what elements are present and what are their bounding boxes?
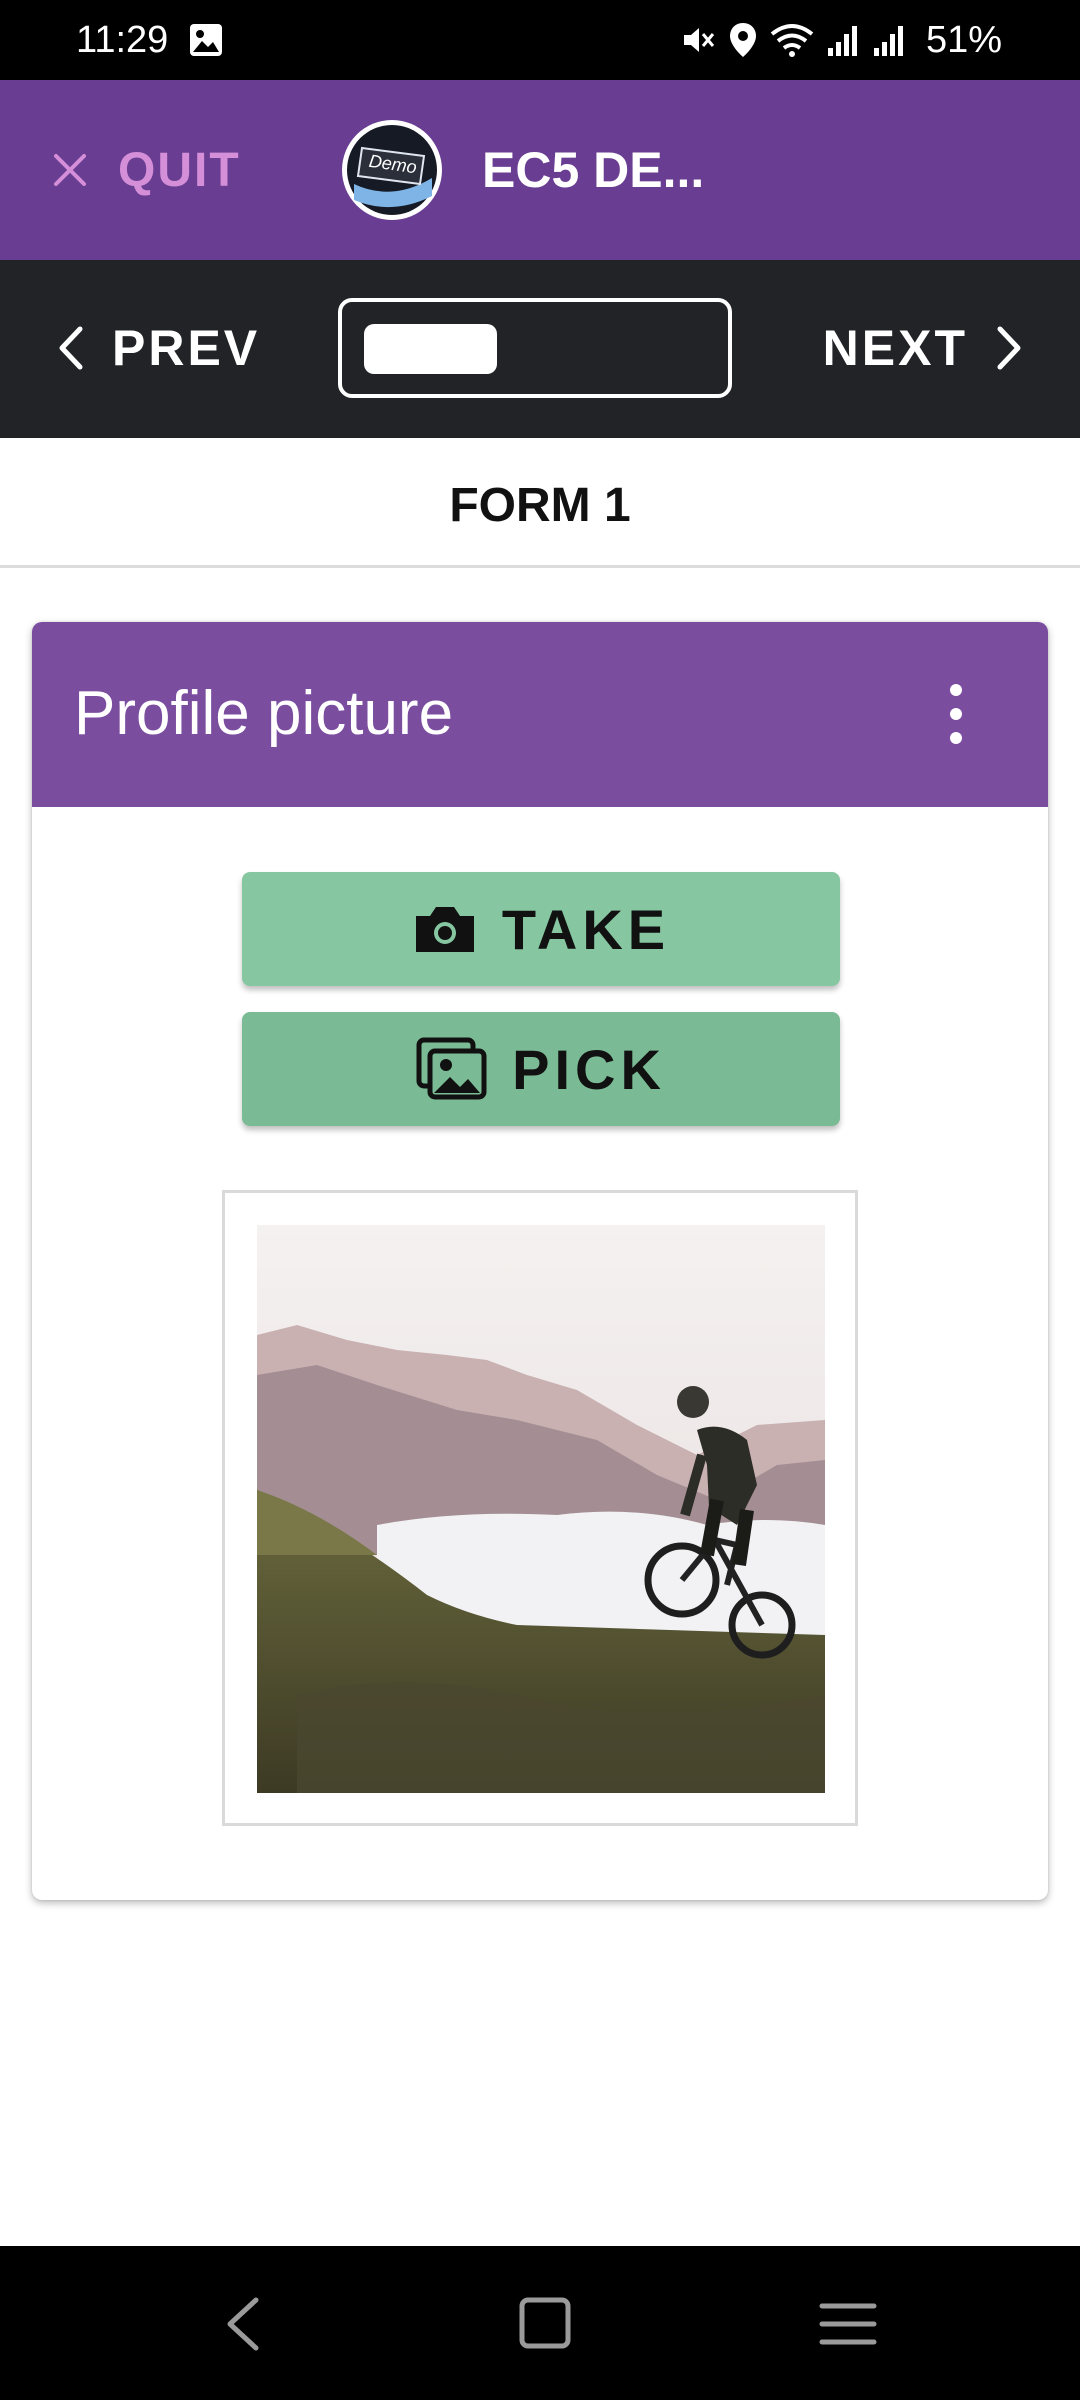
app-bar: QUIT Demo EC5 DE... xyxy=(0,80,1080,260)
photo-preview-frame[interactable] xyxy=(222,1190,858,1826)
progress-indicator xyxy=(338,298,732,398)
chevron-right-icon xyxy=(997,326,1021,370)
next-label: NEXT xyxy=(822,320,968,376)
more-vertical-icon[interactable] xyxy=(944,682,968,746)
question-card: Profile picture TAKE PICK xyxy=(32,622,1048,1900)
battery-level: 51% xyxy=(925,19,1002,61)
gallery-icon xyxy=(416,1037,487,1100)
wifi-icon xyxy=(770,24,814,57)
camera-icon xyxy=(415,907,474,952)
back-icon[interactable] xyxy=(218,2294,268,2354)
signal-icon xyxy=(827,26,857,56)
mute-icon xyxy=(683,28,715,52)
question-header: Profile picture xyxy=(32,622,1048,807)
status-bar: 11:29 51% xyxy=(0,0,1080,80)
progress-fill xyxy=(364,324,497,374)
screen: 11:29 51% QUIT Demo EC5 DE... PREV NEXT … xyxy=(0,0,1080,2400)
form-header: FORM 1 xyxy=(0,438,1080,568)
project-logo: Demo xyxy=(342,120,442,220)
status-time: 11:29 xyxy=(76,19,169,61)
form-title: FORM 1 xyxy=(449,479,631,532)
recents-icon[interactable] xyxy=(816,2294,880,2354)
home-icon[interactable] xyxy=(516,2294,576,2354)
roaming-signal-icon xyxy=(873,26,903,56)
project-title: EC5 DE... xyxy=(482,142,705,198)
pick-label: PICK xyxy=(512,1037,666,1101)
take-photo-button[interactable]: TAKE xyxy=(242,872,840,986)
quit-button[interactable]: QUIT xyxy=(50,134,241,206)
take-label: TAKE xyxy=(501,897,671,961)
photo-preview[interactable] xyxy=(257,1225,825,1793)
chevron-left-icon xyxy=(59,326,83,370)
entry-navigation-bar: PREV NEXT xyxy=(0,260,1080,438)
prev-label: PREV xyxy=(112,320,261,376)
status-icons: 51% xyxy=(680,16,1002,64)
pick-photo-button[interactable]: PICK xyxy=(242,1012,840,1126)
close-icon xyxy=(54,154,86,186)
gallery-notification-icon xyxy=(190,24,222,56)
system-navigation-bar xyxy=(0,2246,1080,2400)
next-button[interactable]: NEXT xyxy=(823,312,1024,384)
location-icon xyxy=(729,23,756,57)
quit-label: QUIT xyxy=(118,143,241,197)
prev-button[interactable]: PREV xyxy=(56,312,260,384)
question-label: Profile picture xyxy=(74,679,454,748)
